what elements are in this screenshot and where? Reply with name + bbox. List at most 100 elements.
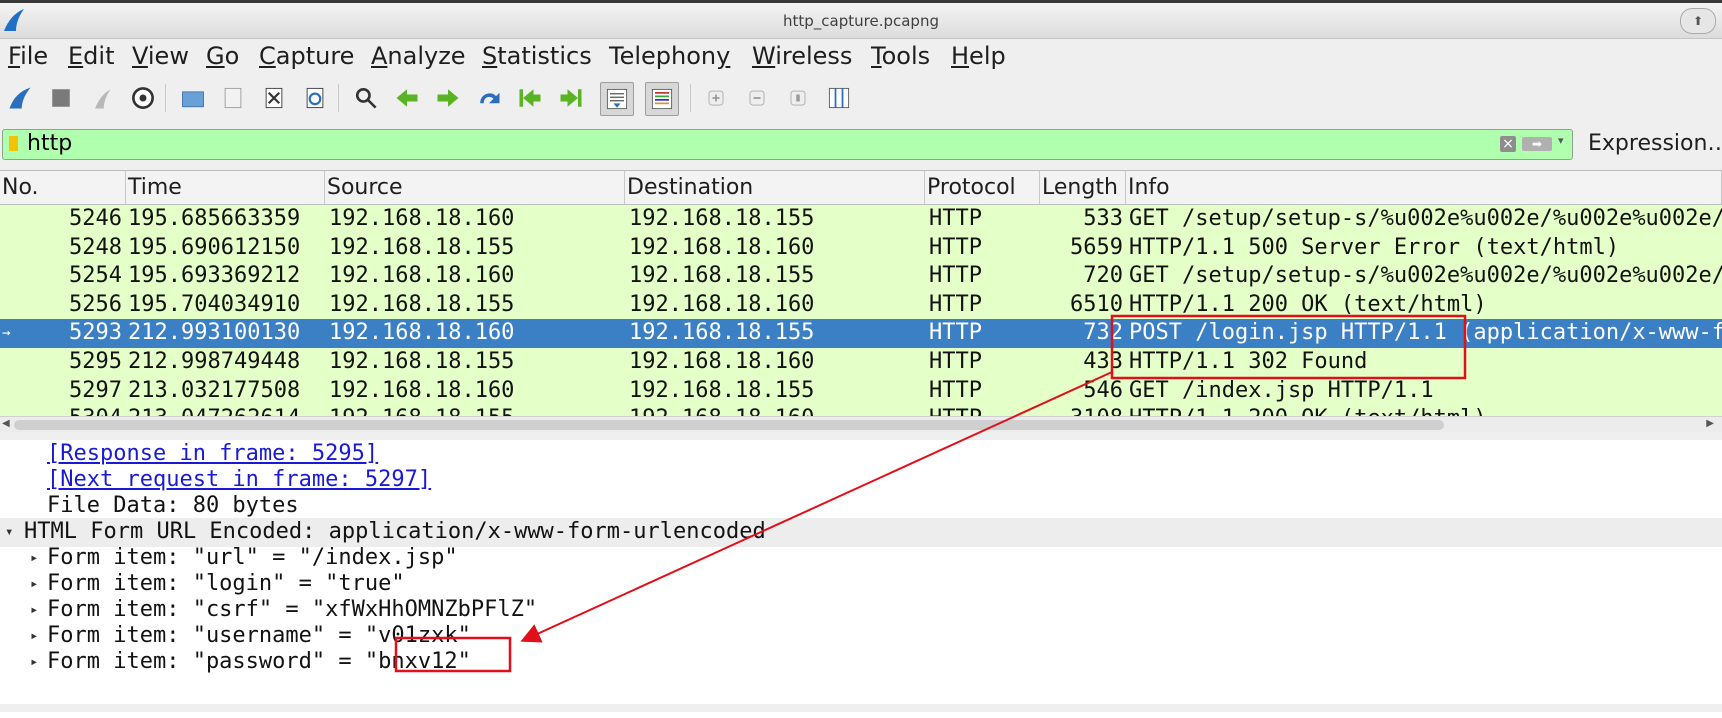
cell-no: 5256 xyxy=(69,291,122,317)
menu-go[interactable]: Go xyxy=(206,41,239,71)
close-file-button[interactable] xyxy=(258,82,290,114)
expression-button[interactable]: Expression… xyxy=(1588,131,1722,156)
cell-source: 192.168.18.155 xyxy=(329,349,515,374)
packet-row[interactable]: 5295 212.998749448 192.168.18.155 192.168.1… xyxy=(0,348,1722,377)
packet-rows: 5246 195.685663359 192.168.18.160 192.168.1… xyxy=(0,205,1722,416)
scrollbar-thumb[interactable] xyxy=(14,420,1444,430)
packet-row[interactable]: 5248 195.690612150 192.168.18.155 192.168.1… xyxy=(0,233,1722,263)
colorize-icon xyxy=(651,88,673,110)
menu-help[interactable]: Help xyxy=(951,41,1006,71)
display-filter-input[interactable] xyxy=(27,131,1487,156)
cell-length: 3108 xyxy=(1040,405,1123,416)
packet-row[interactable]: 5304 213.047262614 192.168.18.155 192.168.1… xyxy=(0,405,1722,416)
pane-splitter[interactable] xyxy=(0,704,1722,712)
packet-row[interactable]: 5256 195.704034910 192.168.18.155 192.168.1… xyxy=(0,290,1722,320)
scroll-left-icon[interactable]: ◀ xyxy=(2,418,10,429)
find-icon xyxy=(355,87,377,109)
normal-size-button[interactable] xyxy=(782,82,814,114)
resize-columns-button[interactable] xyxy=(823,82,855,114)
last-packet-button[interactable] xyxy=(555,82,587,114)
packet-bytes-pane xyxy=(0,712,1722,718)
expand-arrow-icon[interactable]: ▸ xyxy=(30,544,38,573)
auto-scroll-button[interactable] xyxy=(600,82,634,116)
menu-capture[interactable]: Capture xyxy=(259,41,354,71)
menu-view[interactable]: View xyxy=(132,41,189,71)
menu-file[interactable]: File xyxy=(8,41,48,71)
reload-button[interactable] xyxy=(299,82,331,114)
packet-list-horizontal-scrollbar[interactable]: ◀ ▶ xyxy=(0,416,1722,433)
col-header-info[interactable]: Info xyxy=(1126,171,1722,204)
detail-row[interactable]: File Data: 80 bytes xyxy=(0,492,1722,521)
first-packet-button[interactable] xyxy=(514,82,546,114)
menu-statistics[interactable]: Statistics xyxy=(482,41,592,71)
go-back-button[interactable] xyxy=(391,82,423,114)
form-item-label: Form item: "csrf" = "xfWxHhOMNZbPFlZ" xyxy=(47,597,538,622)
packet-row[interactable]: 5297 213.032177508 192.168.18.160 192.168.1… xyxy=(0,376,1722,406)
colorize-button[interactable] xyxy=(645,82,679,116)
col-header-protocol[interactable]: Protocol xyxy=(925,171,1040,204)
cell-protocol: HTTP xyxy=(929,291,982,317)
next-request-link[interactable]: [Next request in frame: 5297] xyxy=(47,466,431,495)
cell-source: 192.168.18.160 xyxy=(329,206,515,231)
col-header-length[interactable]: Length xyxy=(1040,171,1126,204)
restart-button[interactable] xyxy=(86,82,118,114)
cell-length: 433 xyxy=(1083,349,1123,374)
apply-filter-icon[interactable]: ➡ xyxy=(1522,137,1552,151)
go-forward-button[interactable] xyxy=(432,82,464,114)
detail-row[interactable]: [Response in frame: 5295] xyxy=(0,440,1722,469)
form-item-row[interactable]: ▸ Form item: "username" = "v01zxk" xyxy=(0,622,1722,651)
packet-row[interactable]: 5293 212.993100130 192.168.18.160 192.168.1… xyxy=(0,319,1722,348)
form-item-label: Form item: "username" = "v01zxk" xyxy=(47,623,471,648)
response-in-frame-link[interactable]: [Response in frame: 5295] xyxy=(47,440,378,469)
form-item-row[interactable]: ▸ Form item: "password" = "bnxv12" xyxy=(0,648,1722,677)
clear-filter-icon[interactable]: × xyxy=(1500,136,1516,152)
save-file-button[interactable] xyxy=(217,82,249,114)
menu-edit[interactable]: Edit xyxy=(68,41,114,71)
menu-telephony[interactable]: Telephony xyxy=(609,41,730,71)
menu-wireless[interactable]: Wireless xyxy=(752,41,852,71)
cell-source: 192.168.18.155 xyxy=(329,405,625,416)
zoom-in-button[interactable] xyxy=(700,82,732,114)
col-header-no[interactable]: No. xyxy=(0,171,126,204)
expand-arrow-icon[interactable]: ▸ xyxy=(30,622,38,651)
cell-destination: 192.168.18.155 xyxy=(629,320,815,346)
col-header-source[interactable]: Source xyxy=(325,171,625,204)
expand-arrow-icon[interactable]: ▸ xyxy=(30,648,38,677)
cell-protocol: HTTP xyxy=(929,206,982,231)
detail-row[interactable]: [Next request in frame: 5297] xyxy=(0,466,1722,495)
go-forward-icon xyxy=(437,89,459,107)
col-header-time[interactable]: Time xyxy=(126,171,325,204)
auto-scroll-icon xyxy=(606,88,628,110)
form-item-row[interactable]: ▸ Form item: "url" = "/index.jsp" xyxy=(0,544,1722,573)
close-file-icon xyxy=(265,87,283,109)
cell-source: 192.168.18.160 xyxy=(329,263,515,289)
form-item-row[interactable]: ▸ Form item: "csrf" = "xfWxHhOMNZbPFlZ" xyxy=(0,596,1722,625)
menu-tools[interactable]: Tools xyxy=(871,41,930,71)
scroll-right-icon[interactable]: ▶ xyxy=(1706,418,1714,429)
go-to-packet-button[interactable] xyxy=(473,82,505,114)
form-item-row[interactable]: ▸ Form item: "login" = "true" xyxy=(0,570,1722,599)
cell-no: 5246 xyxy=(69,206,122,231)
col-header-destination[interactable]: Destination xyxy=(625,171,925,204)
go-back-icon xyxy=(396,89,418,107)
cell-destination: 192.168.18.155 xyxy=(629,263,815,289)
cell-time: 195.685663359 xyxy=(128,206,301,231)
form-header-label: HTML Form URL Encoded: application/x-www… xyxy=(24,519,766,544)
options-gear-button[interactable] xyxy=(127,82,159,114)
expand-arrow-icon[interactable]: ▸ xyxy=(30,596,38,625)
form-urlencoded-tree-node[interactable]: ▾ HTML Form URL Encoded: application/x-w… xyxy=(0,518,1722,547)
maximize-button[interactable]: ⬆ xyxy=(1680,8,1716,34)
open-folder-button[interactable] xyxy=(177,82,209,114)
filter-history-dropdown-icon[interactable]: ▾ xyxy=(1558,134,1564,147)
collapse-arrow-icon[interactable]: ▾ xyxy=(5,518,13,547)
shark-fin-button[interactable] xyxy=(4,82,36,114)
packet-row[interactable]: 5254 195.693369212 192.168.18.160 192.168.1… xyxy=(0,262,1722,291)
stop-button[interactable] xyxy=(45,82,77,114)
expand-arrow-icon[interactable]: ▸ xyxy=(30,570,38,599)
zoom-out-button[interactable] xyxy=(741,82,773,114)
pane-splitter[interactable] xyxy=(0,432,1722,440)
menu-analyze[interactable]: Analyze xyxy=(371,41,466,71)
find-button[interactable] xyxy=(350,82,382,114)
filter-bookmark-icon[interactable] xyxy=(9,136,18,151)
packet-row[interactable]: 5246 195.685663359 192.168.18.160 192.168.1… xyxy=(0,205,1722,234)
